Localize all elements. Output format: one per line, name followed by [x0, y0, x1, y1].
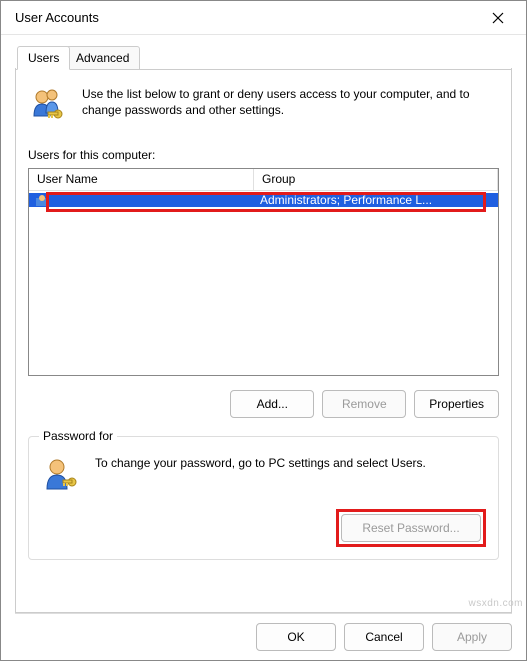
- cancel-button[interactable]: Cancel: [344, 623, 424, 651]
- intro-text: Use the list below to grant or deny user…: [82, 86, 499, 118]
- reset-row: Reset Password...: [41, 509, 486, 547]
- ok-button[interactable]: OK: [256, 623, 336, 651]
- remove-button: Remove: [322, 390, 406, 418]
- close-button[interactable]: [480, 1, 516, 34]
- titlebar: User Accounts: [1, 1, 526, 35]
- intro-row: Use the list below to grant or deny user…: [28, 86, 499, 126]
- tab-advanced[interactable]: Advanced: [65, 46, 140, 70]
- window-title: User Accounts: [15, 10, 480, 25]
- password-text: To change your password, go to PC settin…: [95, 455, 426, 471]
- annotation-highlight-reset: Reset Password...: [336, 509, 486, 547]
- users-listbox[interactable]: User Name Group Administrators; Performa…: [28, 168, 499, 376]
- list-row[interactable]: Administrators; Performance L...: [29, 191, 498, 209]
- client-area: Users Advanced Use the list below to gra…: [1, 35, 526, 613]
- close-icon: [492, 12, 504, 24]
- list-header: User Name Group: [29, 169, 498, 191]
- watermark-text: wsxdn.com: [468, 598, 523, 609]
- tab-strip: Users Advanced: [15, 45, 512, 69]
- dialog-footer: OK Cancel Apply: [1, 614, 526, 660]
- password-groupbox: Password for To change your password, go…: [28, 436, 499, 560]
- cell-group: Administrators; Performance L...: [254, 193, 498, 207]
- user-accounts-dialog: User Accounts Users Advanced: [0, 0, 527, 661]
- cell-username: [29, 193, 254, 207]
- user-icon: [35, 193, 49, 207]
- add-button[interactable]: Add...: [230, 390, 314, 418]
- reset-password-button: Reset Password...: [341, 514, 481, 542]
- users-list-label: Users for this computer:: [28, 148, 499, 162]
- col-header-group[interactable]: Group: [254, 169, 498, 190]
- properties-button[interactable]: Properties: [414, 390, 499, 418]
- users-keys-icon: [28, 86, 68, 126]
- user-key-icon: [41, 455, 81, 495]
- list-button-row: Add... Remove Properties: [28, 390, 499, 418]
- col-header-username[interactable]: User Name: [29, 169, 254, 190]
- password-group-title: Password for: [39, 429, 117, 443]
- users-panel: Use the list below to grant or deny user…: [15, 68, 512, 613]
- apply-button: Apply: [432, 623, 512, 651]
- password-inner: To change your password, go to PC settin…: [41, 455, 486, 495]
- tab-users[interactable]: Users: [17, 46, 70, 70]
